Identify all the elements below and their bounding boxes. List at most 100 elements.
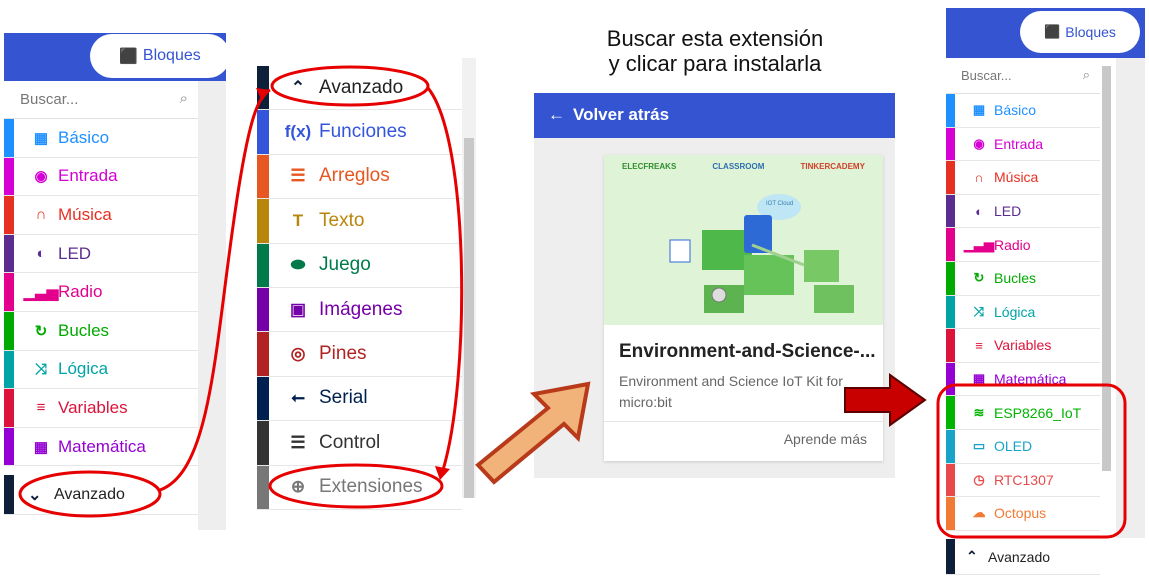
left-toolbox-panel: ⬛ Bloques Buscar... ⌕ ▦ Básico ◉ Entrada ∩ Mú… — [4, 33, 230, 530]
category-label: Extensiones — [319, 476, 423, 498]
bloques-label: Bloques — [1065, 24, 1116, 40]
category-color-bar — [946, 194, 955, 228]
right-category-m-sica[interactable]: ∩ Música — [946, 161, 1100, 195]
left-category-avanzado[interactable]: ⌄ Avanzado — [4, 475, 198, 515]
extension-card[interactable]: ELECFREAKS CLASSROOM TINKERCADEMY IOT Cl… — [604, 155, 883, 461]
middle-category-funciones[interactable]: f(x) Funciones — [257, 110, 462, 155]
right-search-input[interactable]: Buscar... ⌕ — [946, 58, 1100, 94]
left-category-radio[interactable]: ▁▃▅ Radio — [4, 273, 198, 312]
left-category-b-sico[interactable]: ▦ Básico — [4, 119, 198, 158]
right-category-rtc1307[interactable]: ◷ RTC1307 — [946, 463, 1100, 498]
right-category-variables[interactable]: ≡ Variables — [946, 329, 1100, 363]
right-category-octopus[interactable]: ☁ Octopus — [946, 497, 1100, 531]
category-color-bar — [257, 66, 269, 110]
middle-category-juego[interactable]: ⬬ Juego — [257, 243, 462, 288]
search-icon: ⌕ — [1082, 67, 1090, 82]
category-label: Serial — [319, 387, 368, 409]
right-category-l-gica[interactable]: ⤨ Lógica — [946, 295, 1100, 330]
middle-category-arreglos[interactable]: ☰ Arreglos — [257, 154, 462, 200]
right-category-led[interactable]: ◐ LED — [946, 194, 1100, 229]
right-category-avanzado[interactable]: ⌃ Avanzado — [946, 539, 1100, 575]
category-label: Control — [319, 431, 381, 453]
headphones-icon: ∩ — [35, 206, 47, 224]
instruction-line-2: y clicar para instalarla — [608, 51, 822, 76]
instruction-text: Buscar esta extensión y clicar para inst… — [560, 26, 870, 76]
iot-illustration — [669, 194, 854, 313]
category-color-bar — [946, 396, 955, 429]
left-category-bucles[interactable]: ↻ Bucles — [4, 312, 198, 351]
middle-category-avanzado[interactable]: ⌃ Avanzado — [257, 66, 462, 111]
category-label: Básico — [58, 127, 110, 147]
category-color-bar — [257, 243, 269, 287]
middle-category-serial[interactable]: ⭠ Serial — [257, 376, 462, 422]
category-label: Lógica — [58, 359, 109, 379]
grid-icon: ▦ — [33, 129, 49, 147]
middle-scrollbar-thumb[interactable] — [464, 138, 474, 498]
middle-category-texto[interactable]: T Texto — [257, 199, 462, 244]
left-search-input[interactable]: Buscar... ⌕ — [4, 81, 198, 119]
calculator-icon: ▦ — [972, 371, 986, 387]
toggle-icon: ◐ — [975, 203, 983, 219]
category-label: Música — [994, 169, 1039, 186]
right-category-b-sico[interactable]: ▦ Básico — [946, 94, 1100, 128]
category-label: Variables — [994, 337, 1052, 354]
function-icon: f(x) — [284, 122, 312, 142]
category-label: Arreglos — [319, 165, 390, 187]
ordered-list-icon: ☰ — [290, 166, 306, 186]
category-color-bar — [257, 288, 269, 332]
category-color-bar — [4, 196, 14, 234]
search-placeholder: Buscar... — [20, 91, 79, 108]
middle-category-im-genes[interactable]: ▣ Imágenes — [257, 288, 462, 333]
back-button[interactable]: ← Volver atrás — [548, 105, 669, 125]
category-color-bar — [946, 497, 955, 530]
category-color-bar — [4, 427, 14, 466]
left-category-variables[interactable]: ≡ Variables — [4, 389, 198, 428]
left-category-entrada[interactable]: ◉ Entrada — [4, 157, 198, 197]
category-label: Matemática — [58, 436, 146, 456]
chevron-up-icon: ⌃ — [290, 77, 306, 97]
left-category-l-gica[interactable]: ⤨ Lógica — [4, 350, 198, 390]
loop-icon: ↻ — [973, 270, 985, 286]
category-color-bar — [946, 161, 955, 194]
left-workspace-strip — [198, 81, 226, 530]
avanzado-label: Avanzado — [54, 485, 125, 503]
right-category-bucles[interactable]: ↻ Bucles — [946, 262, 1100, 296]
category-label: Bucles — [58, 320, 110, 340]
left-bloques-button[interactable]: ⬛ Bloques — [90, 34, 230, 78]
list-icon: ≡ — [975, 337, 983, 353]
category-label: Música — [58, 204, 112, 224]
right-category-entrada[interactable]: ◉ Entrada — [946, 127, 1100, 162]
category-color-bar — [946, 430, 955, 463]
signal-icon: ▁▃▅ — [964, 236, 994, 252]
left-category-m-sica[interactable]: ∩ Música — [4, 196, 198, 235]
category-label: Lógica — [994, 303, 1036, 320]
middle-category-extensiones[interactable]: ⊕ Extensiones — [257, 465, 462, 510]
extension-card-image: ELECFREAKS CLASSROOM TINKERCADEMY IOT Cl… — [604, 155, 883, 325]
left-category-led[interactable]: ◐ LED — [4, 234, 198, 274]
right-category-radio[interactable]: ▁▃▅ Radio — [946, 228, 1100, 262]
extension-card-title: Environment-and-Science-... — [619, 341, 876, 362]
category-label: Básico — [994, 102, 1037, 119]
right-scrollbar-thumb[interactable] — [1102, 66, 1111, 471]
category-label: Variables — [58, 397, 128, 417]
category-color-bar — [257, 465, 269, 509]
category-color-bar — [4, 119, 14, 157]
right-bloques-button[interactable]: ⬛ Bloques — [1020, 11, 1140, 53]
right-category-oled[interactable]: ▭ OLED — [946, 430, 1100, 464]
iot-cloud-label: IOT Cloud — [766, 201, 794, 207]
category-label: Imágenes — [319, 298, 403, 320]
middle-category-control[interactable]: ☰ Control — [257, 421, 462, 466]
headphones-icon: ∩ — [974, 169, 984, 185]
right-category-matem-tica[interactable]: ▦ Matemática — [946, 362, 1100, 397]
right-toolbox-panel: ⬛ Bloques Buscar... ⌕ ▦ Básico ◉ Entrada ∩ Mú… — [946, 8, 1145, 583]
category-label: Octopus — [994, 505, 1047, 522]
middle-category-pines[interactable]: ◎ Pines — [257, 332, 462, 377]
middle-toolbox-panel: ⌃ Avanzado f(x) Funciones ☰ Arreglos T Texto ⬬ Ju… — [257, 58, 479, 510]
right-category-esp8266-iot[interactable]: ≋ ESP8266_IoT — [946, 396, 1100, 430]
category-color-bar — [4, 312, 14, 350]
back-label: Volver atrás — [573, 105, 670, 124]
learn-more-link[interactable]: Aprende más — [784, 431, 867, 447]
avanzado-label: Avanzado — [988, 548, 1051, 565]
left-category-matem-tica[interactable]: ▦ Matemática — [4, 427, 198, 467]
category-color-bar — [946, 127, 955, 161]
